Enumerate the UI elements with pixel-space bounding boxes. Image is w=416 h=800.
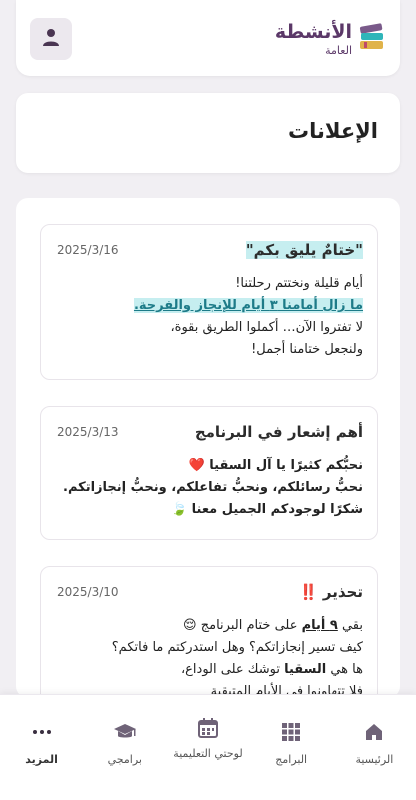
app-header: الأنشطة العامة <box>16 0 400 76</box>
announcement-title-text: "ختامٌ يليق بكم" <box>245 241 363 259</box>
announcement-line: أيام قليلة ونختتم رحلتنا! <box>235 276 363 291</box>
graduation-cap-icon <box>113 719 137 745</box>
nav-label: المزيد <box>25 753 58 766</box>
announcement-date: 2025/3/16 <box>57 243 119 257</box>
home-icon <box>363 719 385 745</box>
announcement-line: شكرًا لوجودكم الجميل معنا 🍃 <box>170 502 363 517</box>
announcement-body: نحبُّكم كثيرًا يا آل السقيا ❤️ نحبُّ رسا… <box>55 455 363 521</box>
nav-item-programs[interactable]: البرامج <box>250 695 333 800</box>
nav-label: لوحتي التعليمية <box>173 747 243 760</box>
announcement-text: على ختام البرنامج 😌 <box>183 618 302 633</box>
announcement-line: كيف تسير إنجازاتكم؟ وهل استدركتم ما فاتك… <box>111 640 363 655</box>
user-icon <box>41 27 61 51</box>
announcement-highlight-link[interactable]: ما زال أمامنا ٣ أيام للإنجاز والفرحة. <box>133 298 363 313</box>
page-title-card: الإعلانات <box>16 93 400 173</box>
announcement-bold-text: ٩ أيام <box>301 618 338 633</box>
bottom-nav: الرئيسية البرامج لوحتي التعليمية برامجي … <box>0 694 416 800</box>
nav-label: البرامج <box>275 753 308 766</box>
announcement-bold-text: السقيا <box>284 662 327 677</box>
announcement-card[interactable]: 2025/3/16 "ختامٌ يليق بكم" أيام قليلة ون… <box>40 224 378 380</box>
announcement-line: نحبُّكم كثيرًا يا آل السقيا ❤️ <box>188 458 363 473</box>
books-logo-icon <box>358 22 386 56</box>
announcement-date: 2025/3/10 <box>57 585 119 599</box>
announcement-line: لا تفتروا الآن… أكملوا الطريق بقوة، <box>170 320 363 335</box>
page-title: الإعلانات <box>288 119 378 143</box>
nav-label: برامجي <box>107 753 142 766</box>
announcement-line: ولنجعل ختامنا أجمل! <box>251 342 363 357</box>
announcement-text: ها هي <box>326 662 363 677</box>
announcement-card[interactable]: 2025/3/10 تحذير ‼️ بقي ٩ أيام على ختام ا… <box>40 566 378 698</box>
announcements-list[interactable]: 2025/3/16 "ختامٌ يليق بكم" أيام قليلة ون… <box>16 198 400 698</box>
nav-item-my-programs[interactable]: برامجي <box>83 695 166 800</box>
nav-item-dashboard[interactable]: لوحتي التعليمية <box>166 695 249 800</box>
profile-button[interactable] <box>30 18 72 60</box>
announcement-text: بقي <box>337 618 363 633</box>
announcement-body: أيام قليلة ونختتم رحلتنا! ما زال أمامنا … <box>55 273 363 361</box>
announcement-body: بقي ٩ أيام على ختام البرنامج 😌 كيف تسير … <box>55 615 363 698</box>
double-exclamation-icon: ‼️ <box>299 583 318 601</box>
nav-label: الرئيسية <box>355 753 394 766</box>
announcement-title-text: تحذير <box>322 583 363 601</box>
more-dots-icon <box>31 719 53 745</box>
logo-sub-text: العامة <box>325 43 352 57</box>
grid-icon <box>280 719 302 745</box>
announcement-card[interactable]: 2025/3/13 أهم إشعار في البرنامج نحبُّكم … <box>40 406 378 540</box>
nav-item-more[interactable]: المزيد <box>0 695 83 800</box>
app-logo: الأنشطة العامة <box>275 22 386 56</box>
announcement-text: توشك على الوداع، <box>180 662 285 677</box>
nav-item-home[interactable]: الرئيسية <box>333 695 416 800</box>
calendar-icon <box>197 715 219 741</box>
announcement-date: 2025/3/13 <box>57 425 119 439</box>
announcement-line: نحبُّ رسائلكم، ونحبُّ تفاعلكم، ونحبُّ إن… <box>63 480 363 495</box>
logo-main-text: الأنشطة <box>274 20 352 43</box>
